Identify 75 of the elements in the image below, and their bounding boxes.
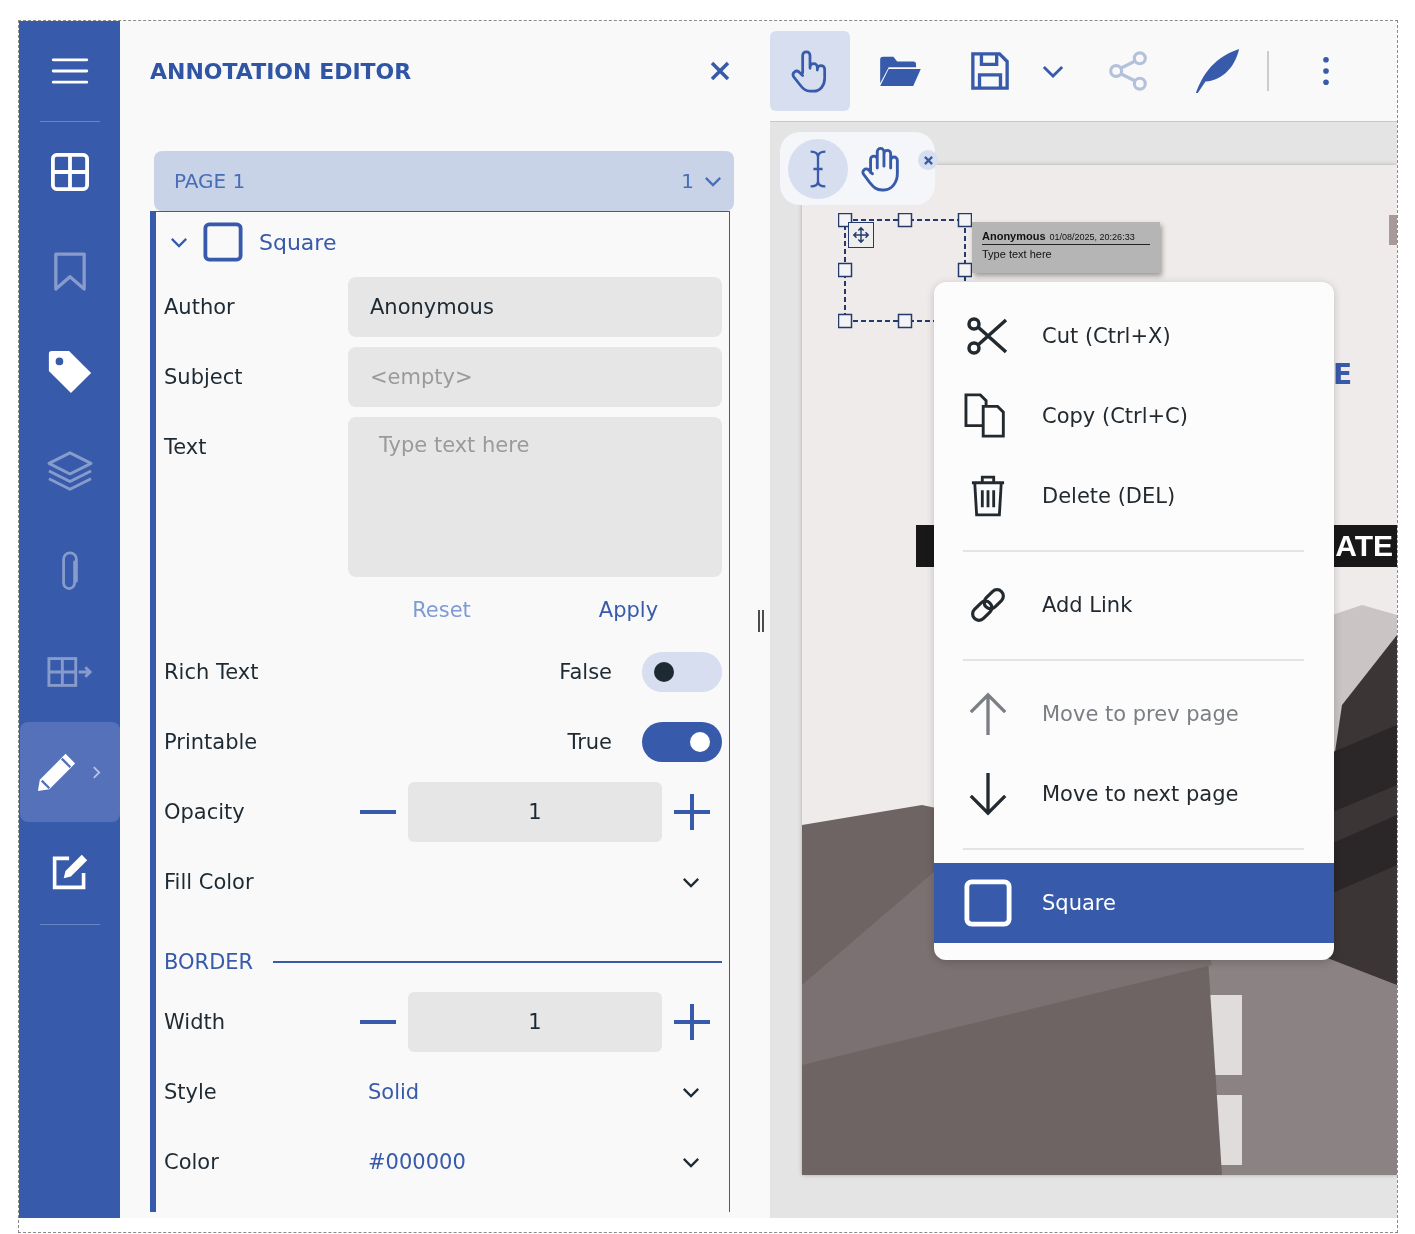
- menu-item[interactable]: Square: [934, 863, 1334, 943]
- toggle-switch[interactable]: [642, 652, 722, 692]
- panel-title: ANNOTATION EDITOR: [150, 58, 412, 84]
- minus-icon: [360, 1020, 396, 1024]
- sidebar-item[interactable]: [19, 722, 120, 822]
- dropdown[interactable]: #000000: [348, 1132, 722, 1192]
- chevron-icon: [682, 876, 700, 888]
- square-icon: [964, 879, 1012, 927]
- setting-label: Opacity: [164, 799, 246, 826]
- number-field[interactable]: 1: [408, 992, 662, 1052]
- bookmark-icon: [52, 251, 87, 293]
- splitter-handle-icon[interactable]: [757, 610, 765, 632]
- number-field[interactable]: 1: [408, 782, 662, 842]
- arrow-down-icon: [967, 771, 1009, 817]
- setting-label: Fill Color: [164, 869, 255, 896]
- apply-button[interactable]: Apply: [535, 582, 722, 637]
- toggle-value-label: True: [567, 730, 612, 754]
- more-icon: [1322, 56, 1330, 86]
- layers-icon: [45, 450, 94, 494]
- menu-item[interactable]: Cut (Ctrl+X): [934, 296, 1334, 376]
- increment-button[interactable]: [674, 1004, 710, 1040]
- heading-text: E: [1333, 358, 1353, 391]
- dropdown[interactable]: Solid: [348, 1062, 722, 1122]
- edit-note-icon: [50, 853, 89, 891]
- grid-arrow-icon: [46, 656, 93, 688]
- close-icon: [923, 155, 933, 165]
- plus-icon: [674, 794, 710, 830]
- menu-icon[interactable]: [50, 57, 89, 85]
- field-label: Subject: [164, 364, 244, 391]
- setting-label: Printable: [164, 729, 259, 756]
- field-label: Text: [164, 434, 208, 461]
- input-field[interactable]: <empty>: [348, 347, 722, 407]
- section-title: BORDER: [164, 950, 254, 974]
- square-icon: [203, 222, 243, 262]
- close-button[interactable]: [708, 59, 732, 83]
- arrow-up-icon: [967, 691, 1009, 737]
- popup-text: Type text here: [982, 248, 1053, 260]
- trash-icon: [970, 474, 1006, 518]
- field-label: Author: [164, 294, 236, 321]
- share-icon: [1108, 50, 1148, 92]
- page-label: PAGE 1: [174, 169, 246, 193]
- chevron-icon: [682, 1086, 700, 1098]
- setting-label: Width: [164, 1009, 226, 1036]
- chevron-icon: [704, 175, 722, 187]
- popup-date: 01/08/2025, 20:26:33: [1049, 232, 1135, 242]
- feather-icon: [1193, 47, 1241, 95]
- toggle-value-label: False: [559, 660, 612, 684]
- close-button[interactable]: [918, 150, 938, 170]
- setting-label: Color: [164, 1149, 220, 1176]
- scissors-icon: [966, 314, 1010, 358]
- popup-author: Anonymous: [982, 230, 1046, 242]
- setting-label: Rich Text: [164, 659, 260, 686]
- chevron-down-icon[interactable]: [170, 236, 188, 248]
- chevron-down-icon: [1042, 64, 1064, 78]
- pencil-icon: [35, 751, 78, 793]
- menu-item[interactable]: Add Link: [934, 565, 1334, 645]
- input-field[interactable]: Anonymous: [348, 277, 722, 337]
- folder-icon: [878, 54, 922, 88]
- menu-item[interactable]: Move to next page: [934, 754, 1334, 834]
- text-area[interactable]: Type text here: [348, 417, 722, 577]
- plus-icon: [674, 1004, 710, 1040]
- increment-button[interactable]: [674, 794, 710, 830]
- move-icon: [852, 226, 870, 244]
- chevron-right-icon: [91, 764, 101, 780]
- pan-button[interactable]: [770, 31, 850, 111]
- square-annotation[interactable]: [838, 213, 972, 329]
- toggle-switch[interactable]: [642, 722, 722, 762]
- thumbnails-grid-icon: [50, 153, 89, 191]
- chevron-icon: [682, 1156, 700, 1168]
- close-icon: [710, 61, 730, 81]
- minus-icon: [360, 810, 396, 814]
- menu-item[interactable]: Copy (Ctrl+C): [934, 376, 1334, 456]
- setting-label: Style: [164, 1079, 218, 1106]
- annotation-type-label: Square: [259, 229, 337, 255]
- link-icon: [968, 585, 1008, 625]
